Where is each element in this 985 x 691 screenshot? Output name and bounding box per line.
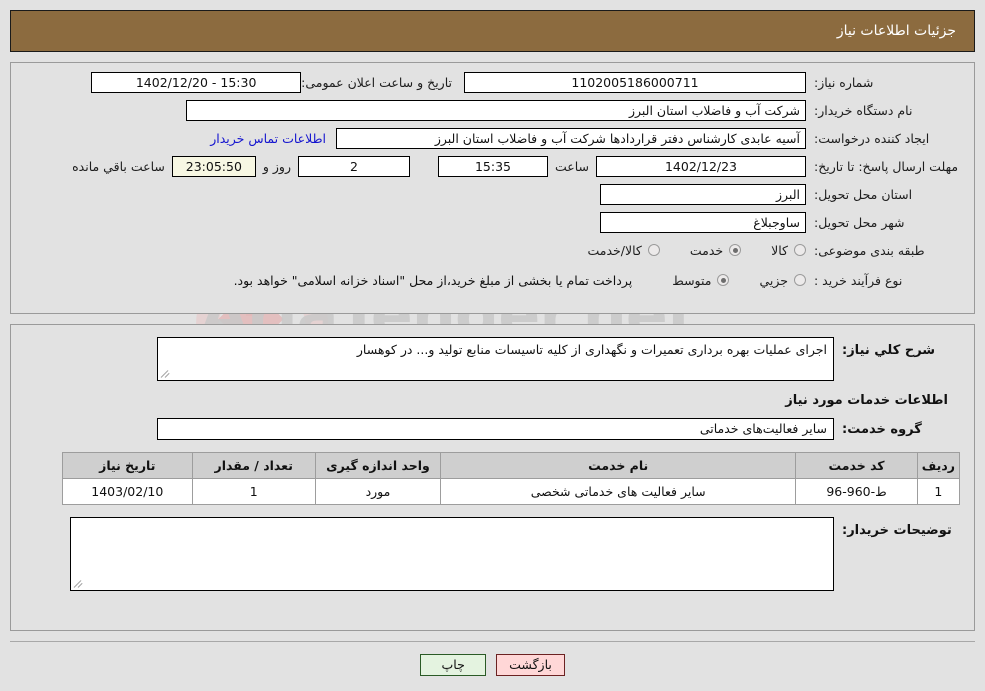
- footer-actions: بازگشت چاپ: [0, 654, 985, 676]
- category-label: طبقه بندی موضوعی:: [814, 242, 925, 258]
- cell-code: ط-960-96: [795, 478, 918, 505]
- buyer-contact-link[interactable]: اطلاعات تماس خریدار: [210, 131, 326, 146]
- city-row: شهر محل تحویل: ساوجبلاغ: [21, 211, 964, 233]
- deadline-time-label: ساعت: [554, 158, 589, 174]
- page-title-bar: جزئیات اطلاعات نیاز: [10, 10, 975, 52]
- process-type-row: نوع فرآیند خرید : جزیي متوسط پرداخت تمام…: [21, 269, 964, 291]
- services-table: ردیف کد خدمت نام خدمت واحد اندازه گیری ت…: [62, 452, 961, 505]
- cell-date: 1403/02/10: [62, 478, 193, 505]
- radio-icon[interactable]: [729, 244, 742, 256]
- back-button[interactable]: بازگشت: [496, 654, 565, 676]
- column-header-unit: واحد اندازه گیری: [314, 452, 442, 479]
- need-info-panel: شماره نیاز: 1102005186000711 تاریخ و ساع…: [10, 62, 975, 314]
- radio-icon[interactable]: [794, 244, 806, 256]
- category-option-kala-label: کالا: [771, 242, 788, 258]
- radio-icon[interactable]: [717, 274, 730, 286]
- need-number-row: شماره نیاز: 1102005186000711 تاریخ و ساع…: [21, 71, 964, 93]
- creator-label: ایجاد کننده درخواست:: [814, 130, 930, 146]
- radio-icon[interactable]: [794, 274, 806, 286]
- cell-qty: 1: [191, 478, 316, 505]
- table-row: 1 ط-960-96 سایر فعالیت های خدماتی شخصی م…: [62, 478, 961, 505]
- resize-grip-icon[interactable]: [161, 369, 170, 378]
- announce-label: تاریخ و ساعت اعلان عمومی:: [301, 74, 452, 90]
- cell-unit: مورد: [314, 478, 442, 505]
- category-option-kala-khedmat-label: کالا/خدمت: [587, 242, 642, 258]
- cell-name: سایر فعالیت های خدماتی شخصی: [440, 478, 797, 505]
- deadline-label: مهلت ارسال پاسخ: تا تاریخ:: [814, 158, 959, 174]
- buyer-org-label: نام دستگاه خریدار:: [814, 102, 913, 118]
- treasury-note: پرداخت تمام یا بخشی از مبلغ خرید،از محل …: [233, 272, 633, 288]
- column-header-radif: ردیف: [916, 452, 961, 479]
- province-label: استان محل تحویل:: [814, 186, 913, 202]
- description-label: شرح کلي نیاز:: [842, 343, 936, 358]
- province-row: استان محل تحویل: البرز: [21, 183, 964, 205]
- deadline-time-field: 15:35: [437, 155, 548, 177]
- description-textarea[interactable]: اجرای عملیات بهره برداری تعمیرات و نگهدا…: [157, 337, 834, 381]
- buyer-org-row: نام دستگاه خریدار: شرکت آب و فاضلاب استا…: [21, 99, 964, 121]
- category-row: طبقه بندی موضوعی: کالا خدمت کالا/خدمت: [21, 239, 964, 261]
- column-header-code: کد خدمت: [795, 452, 918, 479]
- city-label: شهر محل تحویل:: [814, 214, 905, 230]
- deadline-row: مهلت ارسال پاسخ: تا تاریخ: 1402/12/23 سا…: [21, 155, 964, 177]
- category-option-kala-khedmat[interactable]: کالا/خدمت: [587, 242, 660, 258]
- buyer-org-field: شرکت آب و فاضلاب استان البرز: [186, 99, 806, 121]
- deadline-days-label: روز و: [262, 158, 291, 174]
- column-header-name: نام خدمت: [440, 452, 797, 479]
- radio-icon[interactable]: [647, 244, 660, 256]
- column-header-qty: تعداد / مقدار: [191, 452, 316, 479]
- process-option-motavaset[interactable]: متوسط: [672, 272, 730, 288]
- cell-radif: 1: [916, 478, 961, 505]
- buyer-notes-row: توضیحات خریدار:: [21, 517, 964, 591]
- table-header-row: ردیف کد خدمت نام خدمت واحد اندازه گیری ت…: [62, 452, 961, 479]
- service-group-field: سایر فعالیت‌های خدماتی: [157, 418, 834, 440]
- process-option-motavaset-label: متوسط: [672, 272, 712, 288]
- category-option-khedmat-label: خدمت: [689, 242, 724, 258]
- deadline-remaining-label: ساعت باقي مانده: [72, 158, 165, 174]
- buyer-notes-textarea[interactable]: [70, 517, 834, 591]
- need-number-label: شماره نیاز:: [814, 74, 874, 90]
- service-group-label: گروه خدمت:: [842, 421, 922, 437]
- footer-divider: [10, 641, 975, 642]
- print-button[interactable]: چاپ: [420, 654, 487, 676]
- description-text: اجرای عملیات بهره برداری تعمیرات و نگهدا…: [356, 342, 827, 357]
- process-option-jozei[interactable]: جزیي: [759, 273, 806, 288]
- resize-grip-icon[interactable]: [74, 579, 83, 588]
- service-group-row: گروه خدمت: سایر فعالیت‌های خدماتی: [21, 418, 964, 440]
- category-option-kala[interactable]: کالا: [771, 243, 806, 258]
- services-section-title: اطلاعات خدمات مورد نیاز: [785, 393, 948, 408]
- process-option-jozei-label: جزیي: [759, 272, 788, 288]
- creator-row: ایجاد کننده درخواست: آسیه عابدی کارشناس …: [21, 127, 964, 149]
- creator-field: آسیه عابدی کارشناس دفتر قراردادها شرکت آ…: [336, 127, 806, 149]
- city-field: ساوجبلاغ: [600, 211, 806, 233]
- announce-datetime-field: 15:30 - 1402/12/20: [91, 71, 302, 93]
- need-number-field: 1102005186000711: [464, 71, 806, 93]
- deadline-days-field: 2: [297, 155, 410, 177]
- service-details-panel: شرح کلي نیاز: اجرای عملیات بهره برداری ت…: [10, 324, 975, 631]
- description-row: شرح کلي نیاز: اجرای عملیات بهره برداری ت…: [21, 337, 964, 381]
- category-option-khedmat[interactable]: خدمت: [689, 242, 742, 258]
- process-type-label: نوع فرآیند خرید :: [814, 272, 903, 288]
- page-title: جزئیات اطلاعات نیاز: [836, 23, 956, 39]
- buyer-notes-label: توضیحات خریدار:: [842, 523, 952, 538]
- deadline-countdown-field: 23:05:50: [171, 155, 256, 177]
- province-field: البرز: [600, 183, 806, 205]
- column-header-date: تاریخ نیاز: [62, 452, 193, 479]
- deadline-date-field: 1402/12/23: [596, 155, 806, 177]
